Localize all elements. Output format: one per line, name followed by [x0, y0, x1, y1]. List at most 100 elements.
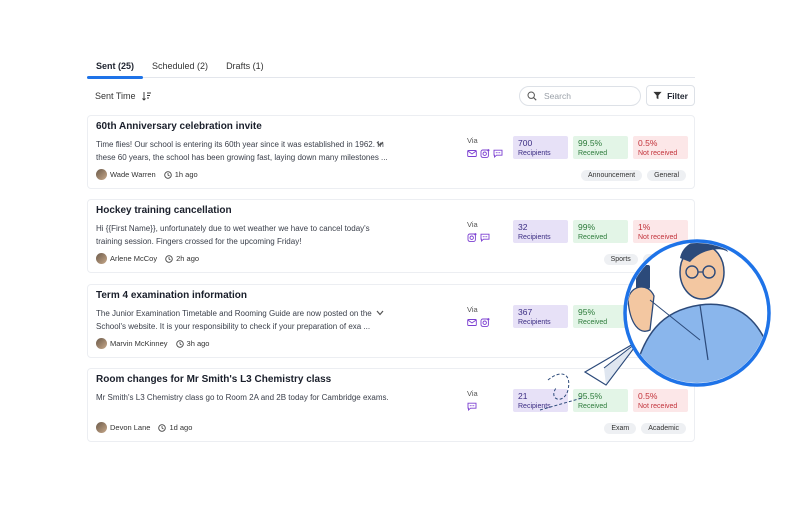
filter-label: Filter: [667, 90, 688, 101]
not-received-percent: 0.5%: [638, 391, 658, 401]
recipients-count: 32: [518, 222, 528, 232]
tab-scheduled[interactable]: Scheduled (2): [143, 58, 217, 77]
tag-badge[interactable]: Schedule: [642, 254, 686, 265]
sort-control[interactable]: Sent Time: [95, 91, 152, 101]
email-icon: [467, 150, 477, 157]
message-card[interactable]: Room changes for Mr Smith's L3 Chemistry…: [87, 368, 695, 442]
tag-badge[interactable]: Academic: [641, 339, 686, 350]
author-name: Wade Warren: [110, 170, 156, 179]
tab-drafts[interactable]: Drafts (1): [217, 58, 273, 77]
message-meta: Devon Lane 1d ago: [96, 422, 192, 433]
tag-list: Sports Schedule: [603, 254, 686, 265]
clock-icon: [165, 254, 173, 263]
channel-list: [467, 402, 477, 411]
recipients-count: 367: [518, 307, 533, 317]
search-input[interactable]: [544, 91, 634, 101]
received-stat[interactable]: 99% Received: [573, 220, 628, 243]
sort-descending-icon[interactable]: [141, 91, 152, 101]
sent-time: 3h ago: [186, 339, 210, 348]
tab-bar: Sent (25) Scheduled (2) Drafts (1): [87, 58, 695, 79]
not-received-percent: 1%: [638, 222, 651, 232]
not-received-percent: 0.5%: [638, 138, 658, 148]
sent-time: 2h ago: [176, 254, 200, 263]
recipients-count: 700: [518, 138, 533, 148]
recipients-stat[interactable]: 32 Recipients: [513, 220, 568, 243]
message-title[interactable]: Hockey training cancellation: [96, 205, 232, 216]
received-stat[interactable]: 95% Received: [573, 305, 628, 328]
not-received-label: Not received: [638, 234, 678, 241]
channel-list: [467, 149, 503, 158]
message-preview: Hi {{First Name}}, unfortunately due to …: [96, 224, 370, 246]
tag-badge[interactable]: Announcement: [581, 170, 643, 181]
received-percent: 99%: [578, 222, 596, 232]
not-received-stat[interactable]: 0.5% Not received: [633, 389, 688, 412]
tag-badge[interactable]: Academic: [641, 423, 686, 434]
not-received-stat[interactable]: 0.5% Not received: [633, 136, 688, 159]
recipients-stat[interactable]: 367 Recipients: [513, 305, 568, 328]
tag-badge[interactable]: General: [647, 170, 686, 181]
via-label: Via: [467, 305, 478, 314]
message-card[interactable]: 60th Anniversary celebration invite Time…: [87, 115, 695, 189]
avatar: [96, 169, 107, 180]
tag-badge[interactable]: Sports: [603, 254, 638, 265]
recipients-label: Recipients: [518, 234, 551, 241]
tag-list: Exam Academic: [604, 423, 686, 434]
clock-icon: [175, 339, 184, 348]
via-label: Via: [467, 389, 478, 398]
received-percent: 95.5%: [578, 391, 603, 401]
search-icon: [527, 91, 537, 101]
message-meta: Marvin McKinney 3h ago: [96, 338, 209, 349]
received-percent: 99.5%: [578, 138, 603, 148]
recipients-label: Recipients: [518, 319, 551, 326]
avatar: [96, 338, 107, 349]
not-received-stat[interactable]: 1% Not received: [633, 220, 688, 243]
via-label: Via: [467, 136, 478, 145]
recipients-count: 21: [518, 391, 528, 401]
channel-list: [467, 233, 490, 242]
filter-icon: [653, 91, 662, 100]
message-meta: Wade Warren 1h ago: [96, 169, 198, 180]
author-name: Marvin McKinney: [110, 339, 168, 348]
sms-icon: [467, 402, 477, 411]
recipients-stat[interactable]: 700 Recipients: [513, 136, 568, 159]
app-icon: [480, 149, 490, 158]
filter-button[interactable]: Filter: [646, 85, 695, 106]
tag-list: Announcement General: [581, 170, 686, 181]
message-preview: The Junior Examination Timetable and Roo…: [96, 309, 372, 331]
search-box[interactable]: [519, 86, 641, 106]
received-label: Received: [578, 319, 608, 326]
chevron-down-icon[interactable]: [376, 141, 384, 147]
not-received-label: Not received: [638, 403, 678, 410]
recipients-stat[interactable]: 21 Recipients: [513, 389, 568, 412]
message-title[interactable]: Room changes for Mr Smith's L3 Chemistry…: [96, 374, 331, 385]
app-icon: [480, 318, 490, 327]
sms-icon: [480, 233, 490, 242]
message-preview: Mr Smith's L3 Chemistry class go to Room…: [96, 393, 389, 402]
clock-icon: [163, 170, 172, 179]
recipients-label: Recipients: [518, 403, 551, 410]
message-preview: Time flies! Our school is entering its 6…: [96, 140, 388, 162]
author-name: Arlene McCoy: [110, 254, 158, 263]
channel-list: [467, 318, 490, 327]
avatar: [96, 422, 107, 433]
sent-time: 1d ago: [169, 423, 193, 432]
chevron-down-icon[interactable]: [376, 310, 384, 316]
recipients-label: Recipients: [518, 150, 551, 157]
message-title[interactable]: Term 4 examination information: [96, 290, 247, 301]
tag-badge[interactable]: Exam: [604, 423, 637, 434]
tab-sent[interactable]: Sent (25): [87, 58, 144, 79]
message-card[interactable]: Hockey training cancellation Hi {{First …: [87, 199, 695, 273]
message-card[interactable]: Term 4 examination information The Junio…: [87, 284, 695, 358]
message-title[interactable]: 60th Anniversary celebration invite: [96, 121, 262, 132]
received-stat[interactable]: 99.5% Received: [573, 136, 628, 159]
message-meta: Arlene McCoy 2h ago: [96, 253, 199, 264]
via-label: Via: [467, 220, 478, 229]
sort-label: Sent Time: [95, 91, 136, 101]
sms-icon: [493, 149, 503, 158]
sent-time: 1h ago: [174, 170, 198, 179]
not-received-label: Not received: [638, 150, 678, 157]
received-label: Received: [578, 150, 608, 157]
received-stat[interactable]: 95.5% Received: [573, 389, 628, 412]
avatar: [96, 253, 107, 264]
email-icon: [467, 319, 477, 326]
